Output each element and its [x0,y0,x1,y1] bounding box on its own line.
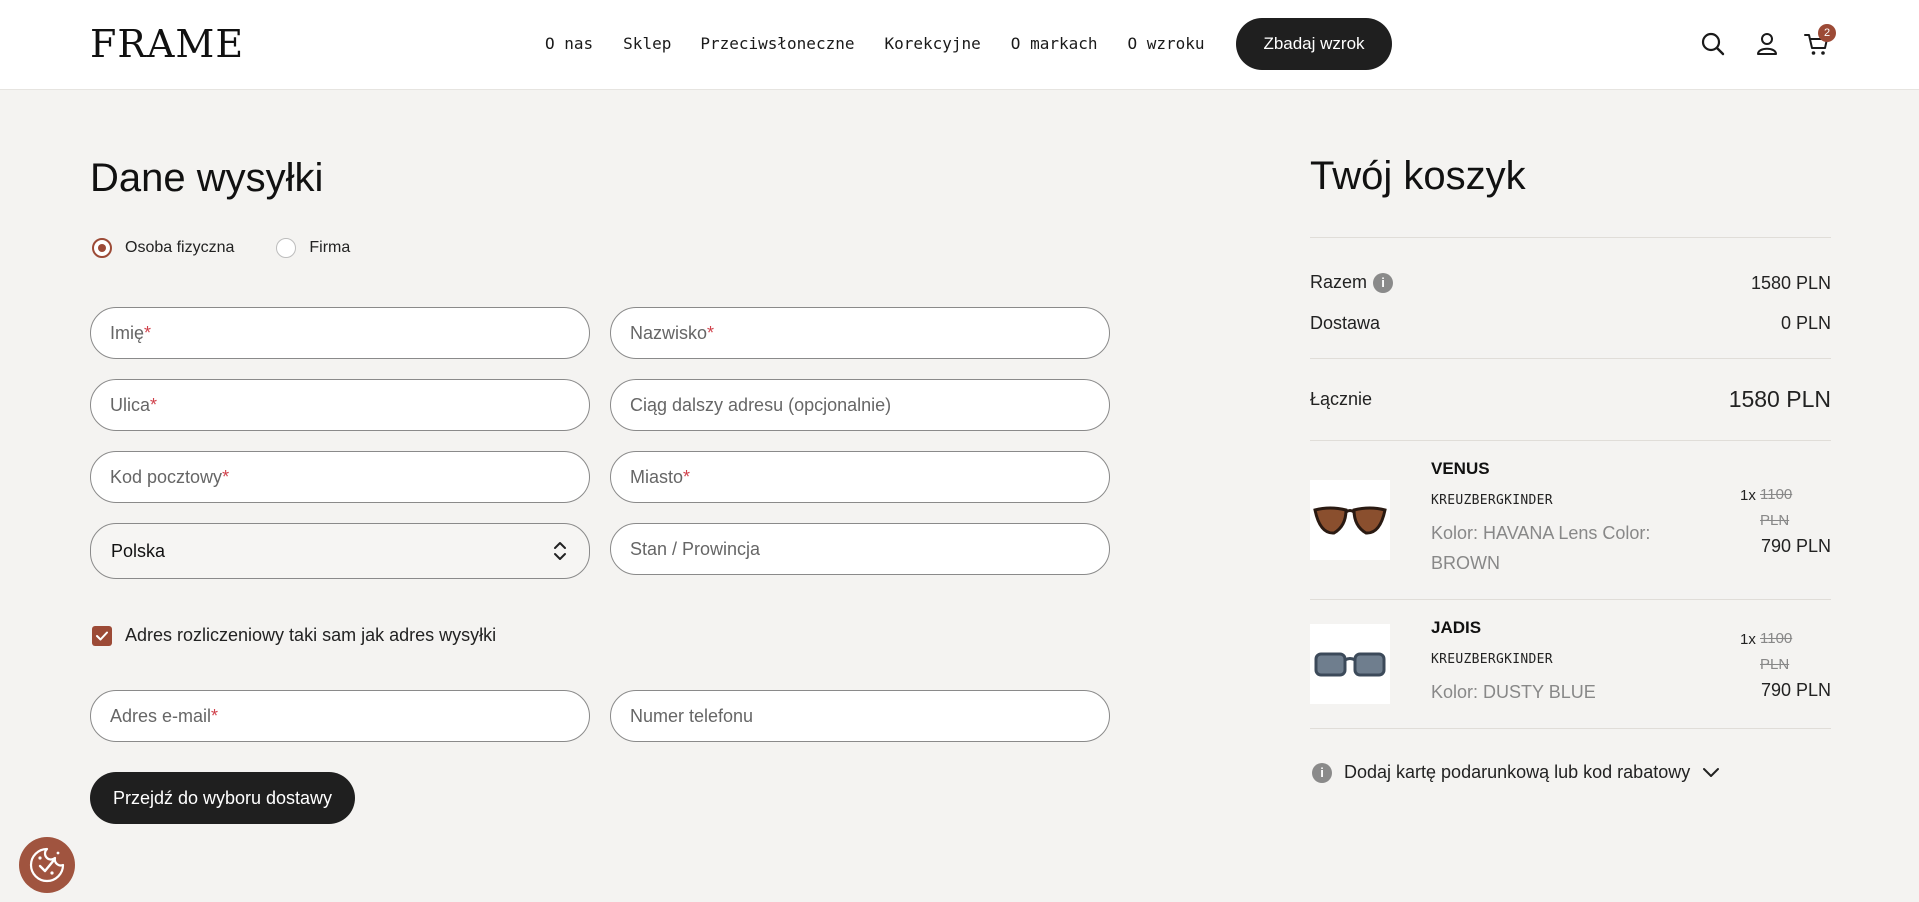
divider [1310,728,1831,729]
billing-same-checkbox[interactable] [92,625,112,646]
phone-placeholder: Numer telefonu [630,706,754,726]
info-icon[interactable]: i [1373,273,1394,294]
billing-same-label[interactable]: Adres rozliczeniowy taki sam jak adres w… [125,625,496,646]
radio-osoba-fizyczna[interactable] [92,238,112,258]
divider [1310,237,1831,238]
required-mark: * [707,323,715,343]
phone-field[interactable]: Numer telefonu [610,690,1110,742]
email-field[interactable]: Adres e-mail* [90,690,590,742]
first-name-placeholder: Imię [110,323,145,343]
city-placeholder: Miasto [630,467,684,487]
shipping-title: Dane wysyłki [90,156,324,200]
logo[interactable]: FRAME [90,24,244,64]
checkmark-icon [96,631,108,640]
product-old-price-currency: PLN [1760,656,1790,673]
user-icon[interactable] [1753,30,1781,58]
product-qty: 1x [1740,631,1756,648]
street-placeholder: Ulica [110,395,151,415]
product-old-price: 1100 [1760,486,1793,503]
product-brand: KREUZBERGKINDER [1431,493,1553,508]
cart-count-badge: 2 [1818,24,1836,42]
nav-item-sklep[interactable]: Sklep [623,30,671,58]
site-header: FRAME O nas Sklep Przeciwsłoneczne Korek… [0,0,1919,90]
nav-item-o-wzroku[interactable]: O wzroku [1128,30,1205,58]
sunglasses-icon [1313,506,1387,535]
country-value: Polska [111,541,166,561]
select-arrows-icon [554,542,566,560]
product-price: 790 PLN [1760,680,1831,700]
state-field[interactable]: Stan / Prowincja [610,523,1110,575]
product-price: 790 PLN [1760,536,1831,556]
main-nav: O nas Sklep Przeciwsłoneczne Korekcyjne … [545,30,1235,58]
product-image-venus[interactable] [1310,480,1390,560]
state-placeholder: Stan / Prowincja [630,539,761,559]
required-mark: * [683,467,691,487]
sunglasses-icon [1314,652,1386,677]
nav-item-o-markach[interactable]: O markach [1011,30,1098,58]
gift-card-label: Dodaj kartę podarunkową lub kod rabatowy [1344,762,1691,782]
product-brand: KREUZBERGKINDER [1431,652,1553,667]
product-qty: 1x [1740,487,1756,504]
required-mark: * [144,323,152,343]
postal-code-field[interactable]: Kod pocztowy* [90,451,590,503]
total-label: Łącznie [1310,389,1373,409]
search-icon[interactable] [1699,30,1727,58]
divider [1310,358,1831,359]
city-field[interactable]: Miasto* [610,451,1110,503]
billing-same-row: Adres rozliczeniowy taki sam jak adres w… [92,625,496,646]
last-name-field[interactable]: Nazwisko* [610,307,1110,359]
country-select[interactable]: Polska [90,523,590,579]
divider [1310,599,1831,600]
product-old-price: 1100 [1760,630,1793,647]
gift-card-toggle[interactable]: i Dodaj kartę podarunkową lub kod rabato… [1310,762,1720,783]
email-placeholder: Adres e-mail [110,706,212,726]
first-name-field[interactable]: Imię* [90,307,590,359]
required-mark: * [222,467,230,487]
required-mark: * [150,395,158,415]
info-icon: i [1312,762,1332,783]
product-name: VENUS [1431,459,1490,478]
eye-test-button[interactable]: Zbadaj wzrok [1236,18,1392,70]
product-image-jadis[interactable] [1310,624,1390,704]
product-color: Kolor: DUSTY BLUE [1431,682,1596,702]
address2-field[interactable]: Ciąg dalszy adresu (opcjonalnie) [610,379,1110,431]
subtotal-label: Razem i [1310,272,1394,294]
street-field[interactable]: Ulica* [90,379,590,431]
product-old-price-currency: PLN [1760,512,1790,529]
product-name: JADIS [1431,618,1482,637]
cookie-icon [29,847,65,883]
nav-item-przeciwsloneczne[interactable]: Przeciwsłoneczne [700,30,854,58]
divider [1310,440,1831,441]
shipping-cost-label: Dostawa [1310,313,1381,333]
radio-label-osoba-fizyczna[interactable]: Osoba fizyczna [125,239,234,257]
radio-firma[interactable] [276,238,297,258]
shipping-cost-value: 0 PLN [1780,313,1831,333]
last-name-placeholder: Nazwisko [630,323,708,343]
address2-placeholder: Ciąg dalszy adresu (opcjonalnie) [630,395,892,415]
nav-item-korekcyjne[interactable]: Korekcyjne [884,30,980,58]
cart-title: Twój koszyk [1310,154,1526,198]
postal-code-placeholder: Kod pocztowy [110,467,223,487]
customer-type-group: Osoba fizyczna Firma [92,238,392,258]
product-color: Kolor: HAVANA Lens Color: BROWN [1431,523,1651,573]
proceed-to-delivery-button[interactable]: Przejdź do wyboru dostawy [90,772,355,824]
nav-item-o-nas[interactable]: O nas [545,30,593,58]
total-value: 1580 PLN [1728,386,1831,412]
radio-label-firma[interactable]: Firma [309,239,350,257]
required-mark: * [211,706,219,726]
cookie-settings-button[interactable] [19,837,75,893]
chevron-down-icon [1703,767,1720,777]
subtotal-value: 1580 PLN [1750,273,1831,293]
